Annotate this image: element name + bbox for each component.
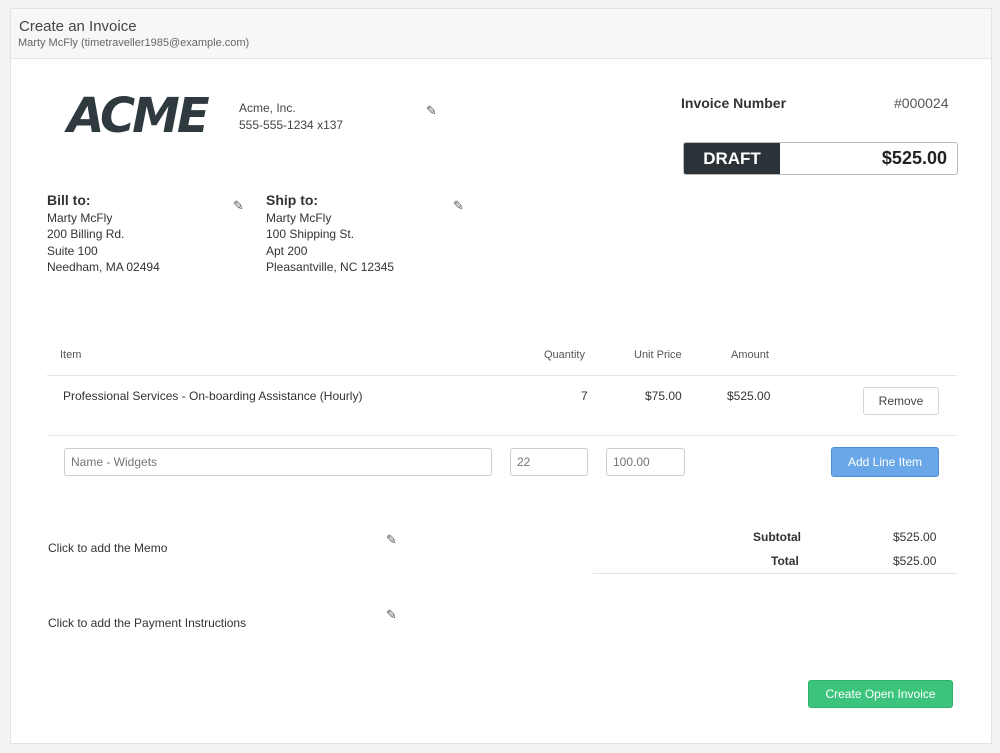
invoice-number-label: Invoice Number (681, 95, 787, 111)
invoice-amount: $525.00 (881, 148, 947, 168)
line-item-amount: $525.00 (727, 389, 771, 403)
ship-to-title: Ship to: (266, 192, 319, 208)
subtotal-label: Subtotal (753, 530, 801, 544)
edit-memo-pencil-icon[interactable]: ✎ (386, 533, 400, 547)
page-title: Create an Invoice (19, 18, 137, 35)
page-header: Create an Invoice Marty McFly (timetrave… (11, 9, 991, 59)
bill-to-address: Bill to: Marty McFly 200 Billing Rd. Sui… (47, 192, 160, 276)
company-phone: 555-555-1234 x137 (239, 118, 344, 132)
table-divider (47, 375, 957, 376)
memo-field[interactable]: Click to add the Memo (48, 541, 167, 555)
status-badge: DRAFT (684, 143, 780, 174)
company-info: Acme, Inc. 555-555-1234 x137 (239, 100, 343, 134)
payment-instructions-field[interactable]: Click to add the Payment Instructions (48, 616, 246, 630)
edit-ship-to-pencil-icon[interactable]: ✎ (453, 199, 467, 213)
column-header-unit-price: Unit Price (634, 349, 682, 361)
invoice-page: Create an Invoice Marty McFly (timetrave… (10, 8, 992, 744)
ship-to-name: Marty McFly (266, 210, 332, 225)
total-value: $525.00 (893, 554, 937, 568)
bill-to-line1: 200 Billing Rd. (47, 227, 125, 241)
new-item-price-input[interactable] (606, 448, 685, 476)
bill-to-name: Marty McFly (47, 210, 113, 225)
totals-divider (593, 573, 957, 574)
column-header-item: Item (60, 349, 82, 361)
bill-to-title: Bill to: (47, 192, 91, 208)
customer-subtitle: Marty McFly (timetraveller1985@example.c… (18, 37, 250, 49)
ship-to-city: Pleasantville, NC 12345 (266, 260, 395, 274)
add-line-item-button[interactable]: Add Line Item (831, 447, 939, 477)
column-header-amount: Amount (731, 349, 769, 361)
invoice-number: #000024 (894, 95, 949, 111)
ship-to-line2: Apt 200 (266, 243, 308, 258)
edit-company-pencil-icon[interactable]: ✎ (426, 104, 440, 118)
company-logo: ACME (47, 88, 227, 144)
column-header-quantity: Quantity (544, 349, 585, 361)
ship-to-address: Ship to: Marty McFly 100 Shipping St. Ap… (266, 192, 394, 276)
edit-payment-instructions-pencil-icon[interactable]: ✎ (386, 608, 400, 622)
create-open-invoice-button[interactable]: Create Open Invoice (808, 680, 953, 708)
subtotal-value: $525.00 (893, 530, 937, 544)
total-label: Total (771, 554, 799, 568)
line-item-quantity: 7 (581, 389, 588, 403)
invoice-status-box: DRAFT $525.00 (683, 142, 958, 175)
company-name: Acme, Inc. (239, 101, 296, 115)
line-item-unit-price: $75.00 (645, 389, 682, 403)
ship-to-line1: 100 Shipping St. (266, 227, 355, 241)
bill-to-city: Needham, MA 02494 (47, 260, 160, 274)
new-item-quantity-input[interactable] (510, 448, 588, 476)
bill-to-line2: Suite 100 (47, 243, 98, 258)
logo-text: ACME (67, 88, 209, 144)
new-item-name-input[interactable] (64, 448, 492, 476)
edit-bill-to-pencil-icon[interactable]: ✎ (233, 199, 247, 213)
table-divider (47, 435, 957, 436)
remove-line-item-button[interactable]: Remove (863, 387, 939, 415)
line-item-name: Professional Services - On-boarding Assi… (63, 389, 363, 403)
